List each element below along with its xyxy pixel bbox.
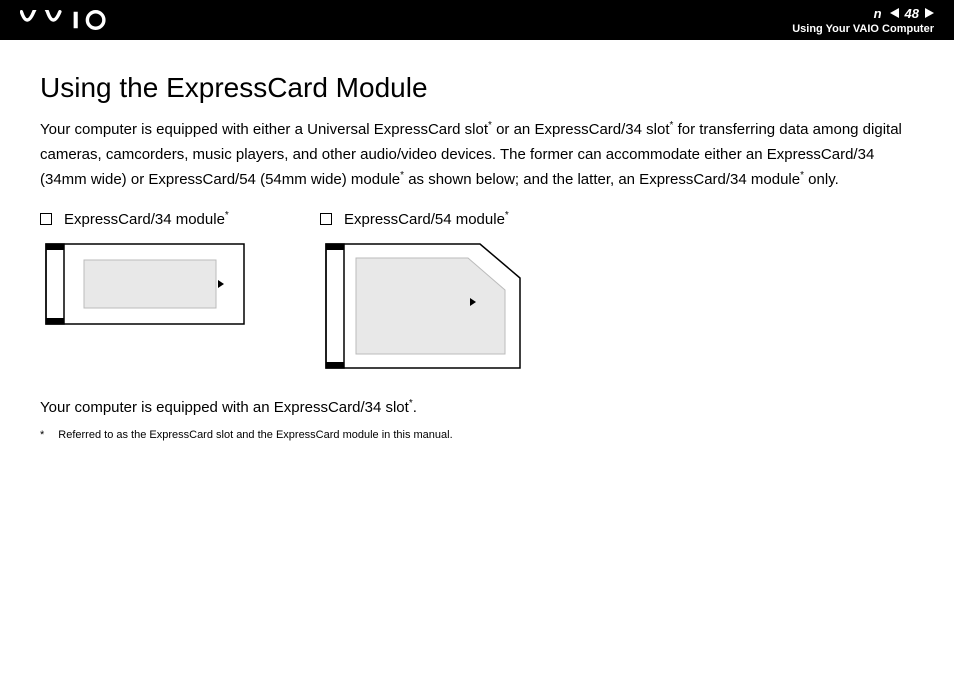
vaio-logo	[20, 10, 130, 30]
page-navigation: n 48	[874, 6, 934, 21]
page-header: n 48 Using Your VAIO Computer	[0, 0, 954, 40]
module-34-column: ExpressCard/34 module*	[40, 210, 250, 330]
section-title: Using Your VAIO Computer	[792, 23, 934, 35]
footnote: * Referred to as the ExpressCard slot an…	[40, 428, 914, 443]
footnote-ref: *	[225, 210, 229, 221]
intro-paragraph: Your computer is equipped with either a …	[40, 118, 914, 192]
next-page-icon[interactable]	[925, 8, 934, 18]
page-number: 48	[905, 6, 919, 21]
equipped-paragraph: Your computer is equipped with an Expres…	[40, 396, 914, 420]
header-right-block: n 48 Using Your VAIO Computer	[792, 6, 934, 35]
footnote-text: Referred to as the ExpressCard slot and …	[58, 428, 452, 443]
expresscard-34-diagram	[40, 238, 250, 330]
n-marker: n	[874, 6, 882, 21]
footnote-ref: *	[505, 210, 509, 221]
page-content: Using the ExpressCard Module Your comput…	[0, 40, 954, 444]
module-34-label: ExpressCard/34 module*	[40, 210, 250, 228]
square-bullet-icon	[40, 213, 52, 225]
footnote-marker: *	[40, 428, 44, 443]
page-heading: Using the ExpressCard Module	[40, 72, 914, 104]
prev-page-icon[interactable]	[890, 8, 899, 18]
square-bullet-icon	[320, 213, 332, 225]
module-54-column: ExpressCard/54 module*	[320, 210, 540, 378]
modules-row: ExpressCard/34 module* ExpressCard/54 mo…	[40, 210, 914, 378]
module-54-label: ExpressCard/54 module*	[320, 210, 540, 228]
expresscard-54-diagram	[320, 238, 540, 378]
